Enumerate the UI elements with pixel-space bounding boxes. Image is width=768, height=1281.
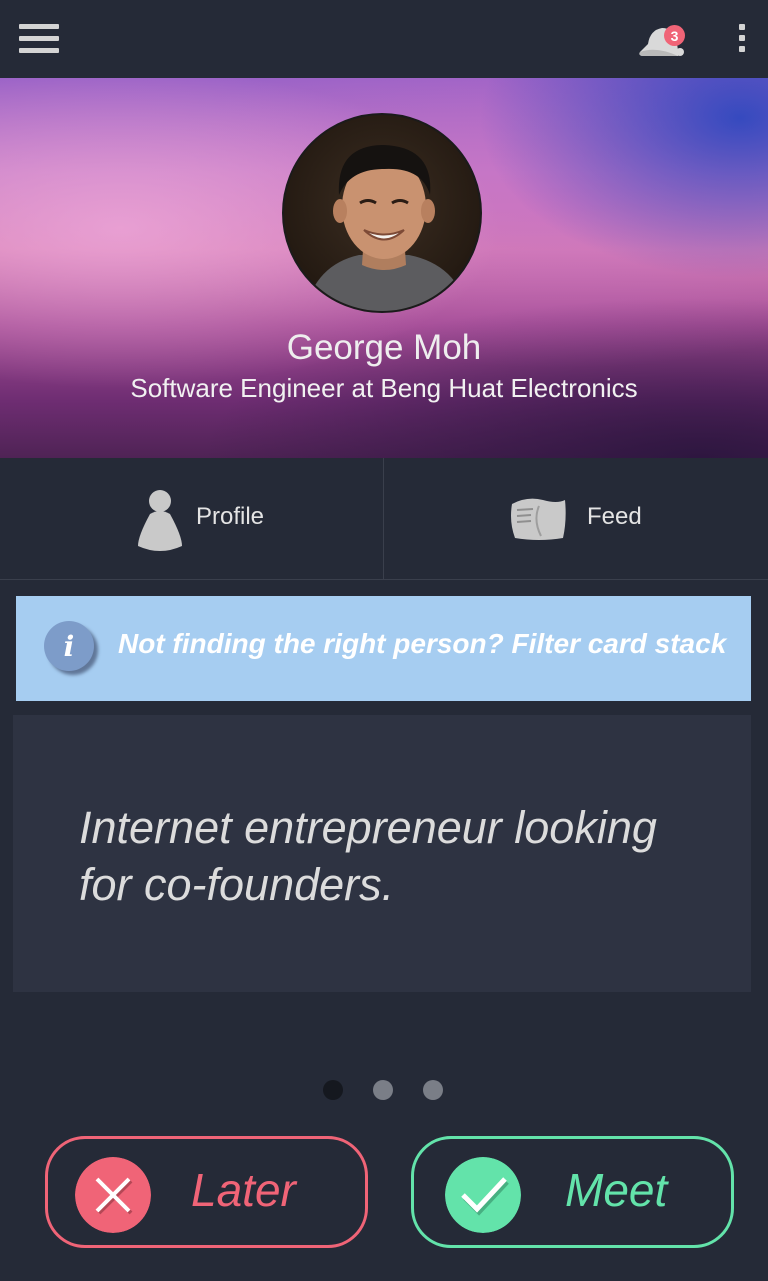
later-button[interactable]: Later xyxy=(45,1136,368,1248)
info-icon: i xyxy=(44,621,94,671)
profile-name: George Moh xyxy=(286,328,482,367)
pager-dot-2[interactable] xyxy=(373,1080,393,1100)
more-vertical-icon[interactable] xyxy=(736,24,748,58)
hamburger-menu-icon[interactable] xyxy=(19,24,59,56)
profile-header: George Moh Software Engineer at Beng Hua… xyxy=(0,78,768,458)
avatar-photo xyxy=(304,145,469,311)
close-x-icon xyxy=(75,1157,151,1233)
avatar[interactable] xyxy=(282,113,482,313)
profile-tabs: Profile Feed xyxy=(0,458,768,580)
filter-card-stack-banner[interactable]: i Not finding the right person? Filter c… xyxy=(16,596,751,701)
card-pitch-text: Internet entrepreneur looking for co-fou… xyxy=(79,802,657,910)
notification-badge[interactable]: 3 xyxy=(664,25,685,46)
tab-feed-label: Feed xyxy=(587,503,642,530)
pager-dot-3[interactable] xyxy=(423,1080,443,1100)
top-app-bar: 3 xyxy=(0,0,768,78)
profile-card[interactable]: Internet entrepreneur looking for co-fou… xyxy=(13,715,751,992)
banner-text: Not finding the right person? Filter car… xyxy=(118,628,727,659)
check-icon xyxy=(445,1157,521,1233)
tab-profile[interactable]: Profile xyxy=(0,458,384,580)
pager-dot-1[interactable] xyxy=(323,1080,343,1100)
tab-feed[interactable]: Feed xyxy=(388,458,768,580)
pager-dots xyxy=(323,1080,445,1100)
meet-button-label: Meet xyxy=(565,1164,668,1216)
news-feed-icon xyxy=(511,498,566,540)
later-button-label: Later xyxy=(191,1164,296,1216)
tab-profile-label: Profile xyxy=(196,503,265,530)
person-icon xyxy=(138,490,182,551)
profile-job-title: Software Engineer at Beng Huat Electroni… xyxy=(130,373,638,403)
meet-button[interactable]: Meet xyxy=(411,1136,734,1248)
